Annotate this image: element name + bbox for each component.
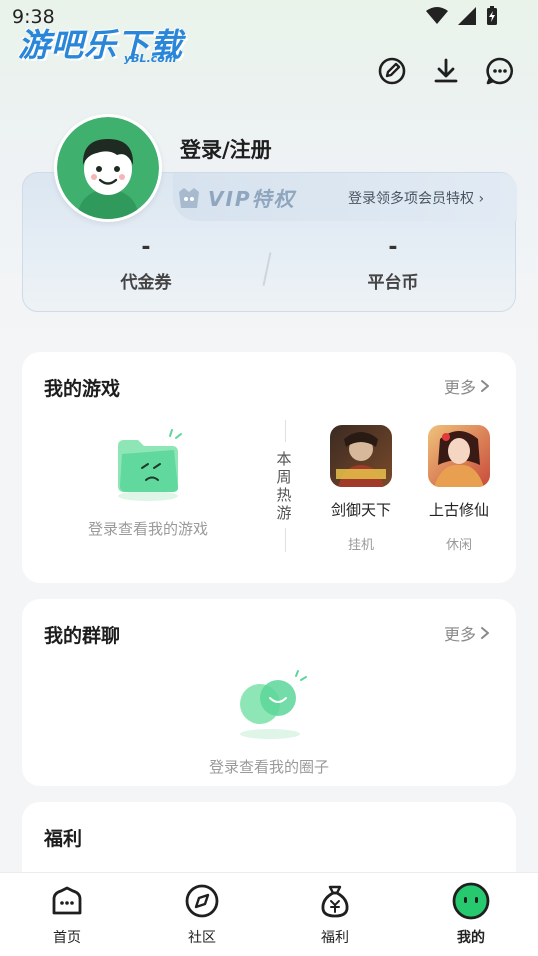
tab-welfare-label: 福利 [321,930,349,946]
weekly-divider-top [285,420,286,442]
vip-badge-label: VIP特权 [208,187,296,211]
wifi-icon [426,7,448,24]
avatar-face-icon [57,117,159,219]
stat-platform-coin[interactable]: - 平台币 [313,235,473,294]
tab-community-label: 社区 [188,930,216,946]
stat-platform-coin-value: - [388,235,398,260]
edit-icon[interactable] [376,55,408,87]
chevron-right-icon [481,627,489,639]
tab-mine-label: 我的 [457,930,485,946]
watermark-sub: yBL.com [124,52,177,65]
vip-tip-link[interactable]: 登录领多项会员特权 › [348,188,484,208]
weekly-hot-label: 本周热游 [276,450,292,522]
home-icon [47,881,87,921]
avatar[interactable] [54,114,162,222]
empty-groups-illustration [230,668,310,740]
compass-icon [182,881,222,921]
download-icon[interactable] [430,55,462,87]
stat-platform-coin-label: 平台币 [367,273,419,293]
weekly-divider-bottom [285,528,286,552]
tab-mine[interactable]: 我的 [431,881,511,947]
bottom-tab-bar: 首页 社区 福利 我的 [0,872,538,956]
game-tag: 挂机 [347,538,374,553]
status-icons [426,6,498,26]
empty-groups-text[interactable]: 登录查看我的圈子 [209,756,329,777]
game-thumbnail [428,425,490,487]
chevron-right-icon [481,380,489,392]
game-thumbnail [330,425,392,487]
vip-crown-icon [179,187,199,208]
header-actions [376,55,516,87]
empty-games-text[interactable]: 登录查看我的游戏 [88,518,208,539]
welfare-title: 福利 [44,828,83,850]
my-groups-more[interactable]: 更多 [444,621,490,645]
game-item[interactable]: 剑御天下 挂机 [321,425,401,553]
my-groups-more-label: 更多 [443,625,476,644]
battery-icon [487,6,497,25]
money-bag-icon [315,881,355,921]
game-name: 剑御天下 [330,501,391,519]
mascot-icon [451,881,491,921]
signal-icon [458,7,476,25]
my-games-more-label: 更多 [443,378,476,397]
login-register-link[interactable]: 登录/注册 [180,134,272,164]
stat-coupon-value: - [141,235,151,260]
stat-coupon-label: 代金券 [120,273,172,293]
my-games-title: 我的游戏 [44,378,121,400]
stat-coupon[interactable]: - 代金券 [66,235,226,294]
game-name: 上古修仙 [428,501,489,519]
my-games-more[interactable]: 更多 [444,374,490,398]
tab-community[interactable]: 社区 [162,881,242,947]
tab-welfare[interactable]: 福利 [295,881,375,947]
tab-home[interactable]: 首页 [27,881,107,947]
vip-badge[interactable]: VIP特权 [176,183,296,212]
game-item[interactable]: 上古修仙 休闲 [419,425,499,553]
game-tag: 休闲 [445,538,472,553]
message-icon[interactable] [484,55,516,87]
tab-home-label: 首页 [53,930,81,946]
empty-games-illustration [108,428,188,502]
my-groups-title: 我的群聊 [44,625,121,647]
